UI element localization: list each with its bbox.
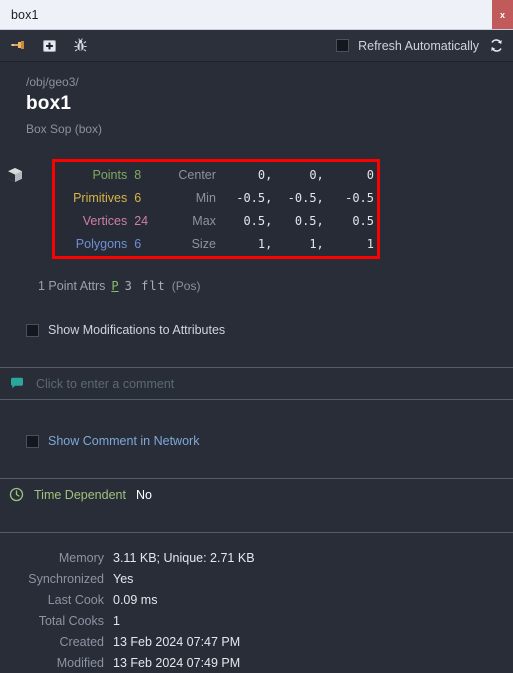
show-modifications-checkbox[interactable] xyxy=(26,323,39,337)
min-label: Min xyxy=(195,190,216,205)
node-type: Box Sop (box) xyxy=(26,122,103,136)
time-dependent-row: Time Dependent No xyxy=(0,479,513,510)
synchronized-label: Synchronized xyxy=(28,571,104,586)
time-dependent-label: Time Dependent xyxy=(34,487,126,502)
node-path: /obj/geo3/ xyxy=(26,75,79,89)
center-y: 0, xyxy=(309,167,324,182)
created-value: 13 Feb 2024 07:47 PM xyxy=(113,634,241,649)
toolbar: Refresh Automatically xyxy=(0,30,513,62)
node-name: box1 xyxy=(26,93,72,114)
window-titlebar: box1 x xyxy=(0,0,513,30)
comment-row[interactable]: Click to enter a comment xyxy=(0,368,513,399)
clock-icon xyxy=(9,487,24,502)
size-y: 1, xyxy=(309,236,324,251)
show-modifications-label: Show Modifications to Attributes xyxy=(48,323,226,337)
synchronized-value: Yes xyxy=(113,571,134,586)
size-z: 1 xyxy=(366,236,374,251)
show-comment-in-network-row[interactable]: Show Comment in Network xyxy=(0,426,513,456)
table-row: Primitives 6 Min -0.5, -0.5, -0.5 xyxy=(55,186,377,209)
pin-icon[interactable] xyxy=(9,37,27,55)
geometry-stats-table: Points 8 Center 0, 0, 0 Primitives 6 Min… xyxy=(55,163,377,255)
cube-icon xyxy=(6,166,24,184)
table-row: Synchronized Yes xyxy=(0,568,255,589)
add-icon[interactable] xyxy=(40,37,58,55)
vertices-value: 24 xyxy=(134,213,149,228)
polygons-label: Polygons xyxy=(75,236,128,251)
show-comment-in-network-label: Show Comment in Network xyxy=(48,434,200,448)
attribute-p-desc: (Pos) xyxy=(171,279,201,293)
table-row: Vertices 24 Max 0.5, 0.5, 0.5 xyxy=(55,209,377,232)
geometry-stats-section: Points 8 Center 0, 0, 0 Primitives 6 Min… xyxy=(0,159,513,265)
table-row: Points 8 Center 0, 0, 0 xyxy=(55,163,377,186)
refresh-icon[interactable] xyxy=(488,38,504,54)
comment-icon xyxy=(9,376,25,392)
attribute-p-link[interactable]: P xyxy=(111,279,118,293)
details-table: Memory 3.11 KB; Unique: 2.71 KB Synchron… xyxy=(0,547,255,673)
comment-placeholder: Click to enter a comment xyxy=(36,376,175,391)
last-cook-label: Last Cook xyxy=(47,592,104,607)
polygons-value: 6 xyxy=(134,236,142,251)
total-cooks-value: 1 xyxy=(113,613,120,628)
center-label: Center xyxy=(178,167,216,182)
memory-label: Memory xyxy=(58,550,104,565)
center-x: 0, xyxy=(257,167,273,182)
table-row: Created 13 Feb 2024 07:47 PM xyxy=(0,631,255,652)
bug-icon[interactable] xyxy=(71,37,89,55)
table-row: Last Cook 0.09 ms xyxy=(0,589,255,610)
close-icon: x xyxy=(499,9,505,20)
points-value: 8 xyxy=(134,167,142,182)
node-info-window: box1 x Refresh Automatically /obj/geo3/ … xyxy=(0,0,513,670)
details-section: Memory 3.11 KB; Unique: 2.71 KB Synchron… xyxy=(0,533,513,673)
size-x: 1, xyxy=(257,236,273,251)
max-x: 0.5, xyxy=(243,213,273,228)
memory-value: 3.11 KB; Unique: 2.71 KB xyxy=(113,550,255,565)
point-attributes-row: 1 Point Attrs P 3 flt (Pos) xyxy=(0,265,513,293)
show-comment-in-network-checkbox[interactable] xyxy=(26,434,39,448)
point-attrs-count: 1 Point Attrs xyxy=(38,279,106,293)
primitives-label: Primitives xyxy=(73,190,128,205)
size-label: Size xyxy=(191,236,216,251)
min-z: -0.5 xyxy=(345,190,374,205)
refresh-automatically-checkbox[interactable] xyxy=(336,39,350,52)
table-row: Polygons 6 Size 1, 1, 1 xyxy=(55,232,377,255)
close-button[interactable]: x xyxy=(492,0,513,29)
window-title: box1 xyxy=(11,7,39,22)
modified-label: Modified xyxy=(56,655,104,670)
vertices-label: Vertices xyxy=(82,213,128,228)
min-y: -0.5, xyxy=(287,190,324,205)
max-label: Max xyxy=(192,213,216,228)
modified-value: 13 Feb 2024 07:49 PM xyxy=(113,655,241,670)
refresh-automatically-label: Refresh Automatically xyxy=(358,38,479,53)
center-z: 0 xyxy=(366,167,374,182)
total-cooks-label: Total Cooks xyxy=(38,613,104,628)
min-x: -0.5, xyxy=(236,190,273,205)
table-row: Modified 13 Feb 2024 07:49 PM xyxy=(0,652,255,673)
show-modifications-row[interactable]: Show Modifications to Attributes xyxy=(0,315,513,345)
max-y: 0.5, xyxy=(294,213,324,228)
max-z: 0.5 xyxy=(352,213,374,228)
node-header: /obj/geo3/ box1 Box Sop (box) xyxy=(0,62,513,145)
table-row: Memory 3.11 KB; Unique: 2.71 KB xyxy=(0,547,255,568)
table-row: Total Cooks 1 xyxy=(0,610,255,631)
last-cook-value: 0.09 ms xyxy=(113,592,158,607)
primitives-value: 6 xyxy=(134,190,142,205)
attribute-p-type: 3 flt xyxy=(124,279,166,293)
geometry-stats-highlight-box: Points 8 Center 0, 0, 0 Primitives 6 Min… xyxy=(52,159,380,259)
time-dependent-value: No xyxy=(135,487,152,502)
points-label: Points xyxy=(92,167,128,182)
created-label: Created xyxy=(59,634,104,649)
